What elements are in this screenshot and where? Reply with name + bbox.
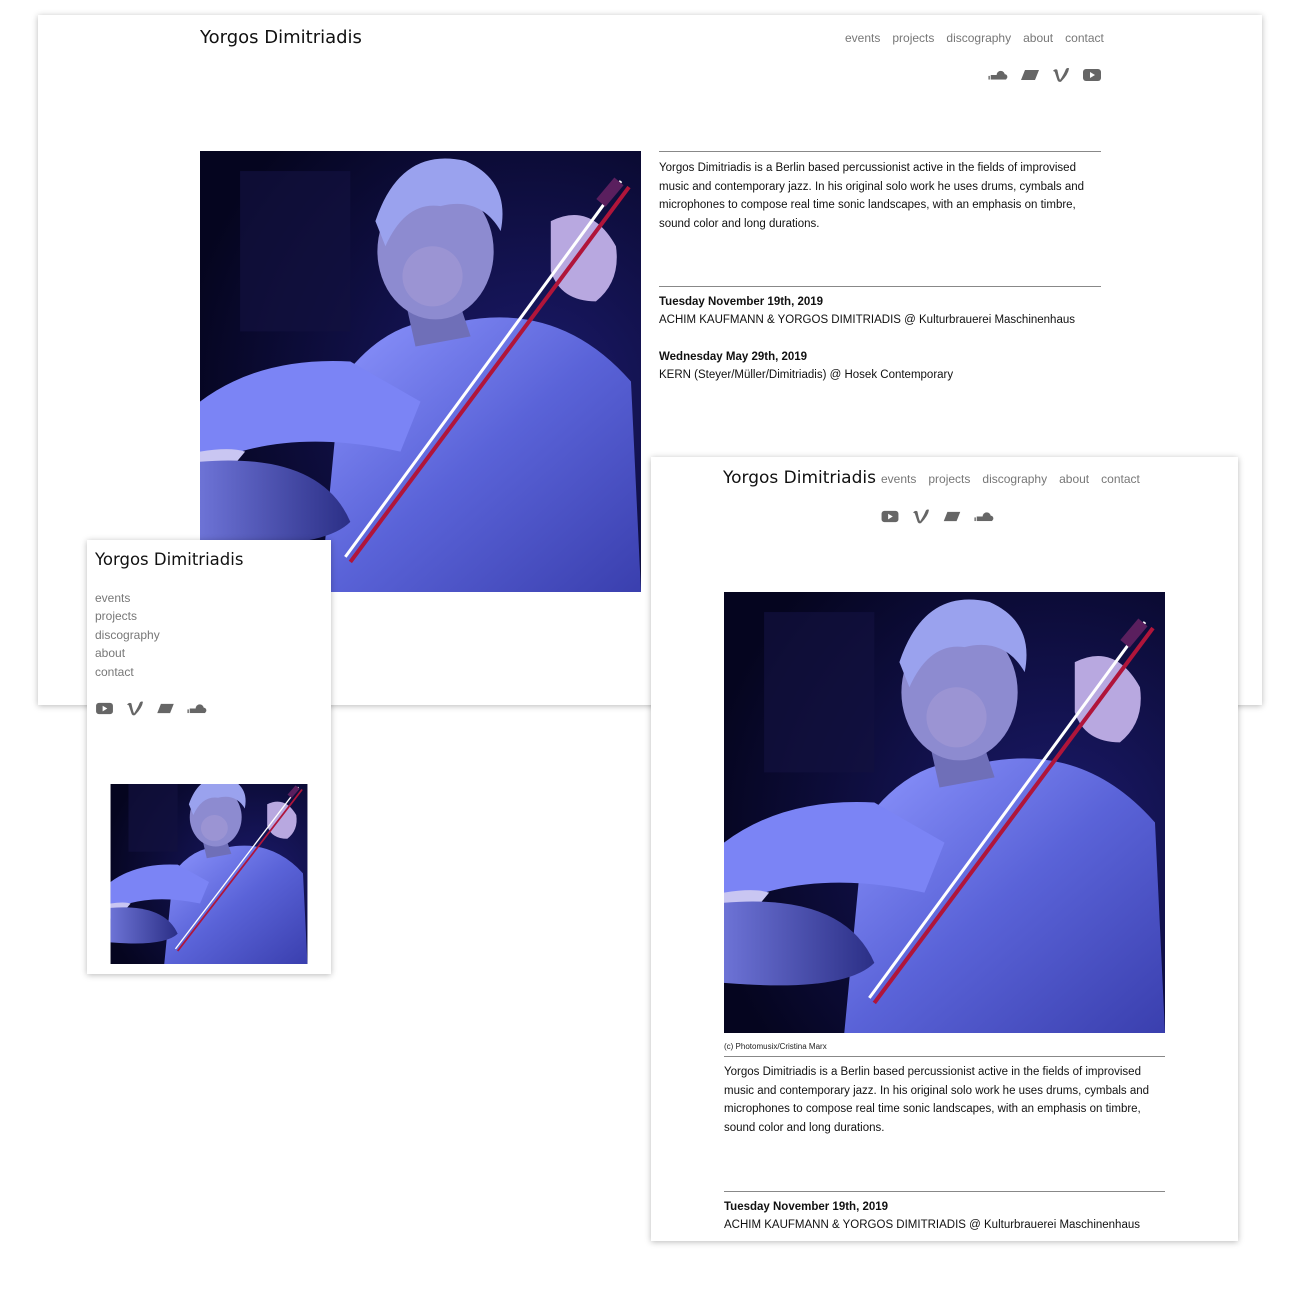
divider <box>724 1191 1165 1192</box>
youtube-icon[interactable] <box>95 701 114 716</box>
nav-projects[interactable]: projects <box>95 607 160 625</box>
event-description[interactable]: KERN (Steyer/Müller/Dimitriadis) @ Hosek… <box>659 369 953 381</box>
bandcamp-icon[interactable] <box>156 703 175 714</box>
event-date: Tuesday November 19th, 2019 <box>659 296 824 308</box>
nav-discography[interactable]: discography <box>982 472 1047 486</box>
event-date: Wednesday May 29th, 2019 <box>659 351 808 363</box>
nav-events[interactable]: events <box>881 472 916 486</box>
nav-contact[interactable]: contact <box>95 663 160 681</box>
event-description[interactable]: ACHIM KAUFMANN & YORGOS DIMITRIADIS @ Ku… <box>659 314 1075 326</box>
divider <box>659 151 1101 152</box>
divider <box>724 1056 1165 1057</box>
soundcloud-icon[interactable] <box>988 69 1008 81</box>
nav-about[interactable]: about <box>1023 31 1053 45</box>
bio-text: Yorgos Dimitriadis is a Berlin based per… <box>724 1066 1150 1134</box>
social-links <box>95 700 207 716</box>
nav-about[interactable]: about <box>95 644 160 662</box>
youtube-icon[interactable] <box>880 509 900 524</box>
nav-events[interactable]: events <box>95 589 160 607</box>
nav-contact[interactable]: contact <box>1065 31 1104 45</box>
site-title[interactable]: Yorgos Dimitriadis <box>723 468 876 488</box>
main-nav: events projects discography about contac… <box>881 472 1140 486</box>
bandcamp-icon[interactable] <box>942 511 962 522</box>
soundcloud-icon[interactable] <box>974 511 994 522</box>
event-description[interactable]: ACHIM KAUFMANN & YORGOS DIMITRIADIS @ Ku… <box>724 1219 1140 1231</box>
artist-photo <box>724 592 1165 1033</box>
site-title[interactable]: Yorgos Dimitriadis <box>200 27 362 48</box>
nav-discography[interactable]: discography <box>95 626 160 644</box>
divider <box>659 286 1101 287</box>
artist-photo <box>200 151 641 592</box>
vimeo-icon[interactable] <box>126 700 144 716</box>
nav-about[interactable]: about <box>1059 472 1089 486</box>
bandcamp-icon[interactable] <box>1020 69 1040 81</box>
nav-projects[interactable]: projects <box>928 472 970 486</box>
site-title[interactable]: Yorgos Dimitriadis <box>95 550 243 569</box>
nav-contact[interactable]: contact <box>1101 472 1140 486</box>
youtube-icon[interactable] <box>1082 67 1102 83</box>
nav-events[interactable]: events <box>845 31 880 45</box>
event-date: Tuesday November 19th, 2019 <box>724 1201 889 1213</box>
main-nav: events projects discography about contac… <box>95 589 160 681</box>
nav-discography[interactable]: discography <box>946 31 1011 45</box>
artist-photo <box>95 784 323 974</box>
nav-projects[interactable]: projects <box>892 31 934 45</box>
tablet-view: Yorgos Dimitriadis events projects disco… <box>651 457 1238 1241</box>
bio-text: Yorgos Dimitriadis is a Berlin based per… <box>659 162 1085 230</box>
social-links <box>988 66 1102 83</box>
vimeo-icon[interactable] <box>912 508 930 524</box>
mobile-view: Yorgos Dimitriadis events projects disco… <box>87 540 331 974</box>
social-links <box>880 508 994 524</box>
main-nav: events projects discography about contac… <box>845 31 1104 45</box>
vimeo-icon[interactable] <box>1052 66 1070 83</box>
soundcloud-icon[interactable] <box>187 703 207 714</box>
photo-caption: (c) Photomusix/Cristina Marx <box>724 1042 827 1051</box>
